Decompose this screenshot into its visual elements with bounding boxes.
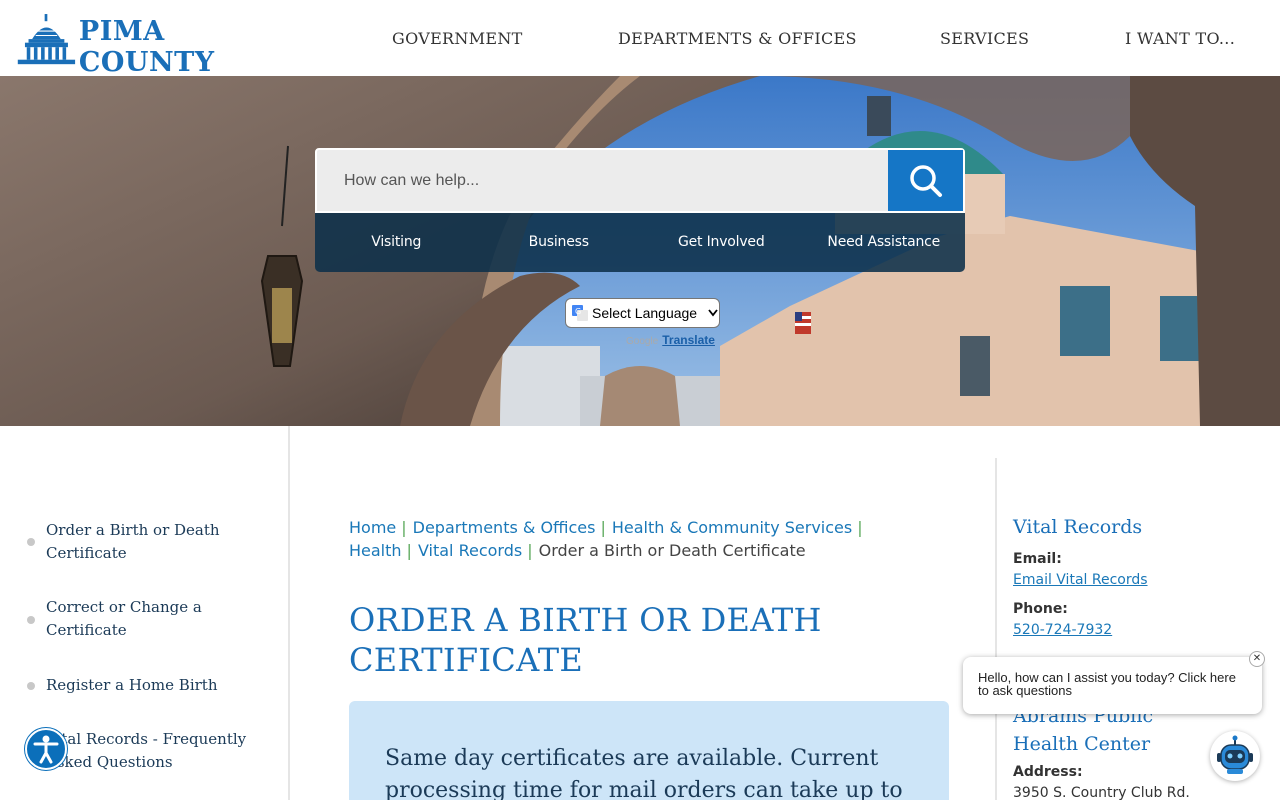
breadcrumb-health-community[interactable]: Health & Community Services — [612, 518, 852, 537]
chat-message: Hello, how can I assist you today? Click… — [978, 670, 1236, 698]
leftnav-register-home-birth[interactable]: Register a Home Birth — [46, 674, 276, 697]
breadcrumb-current: Order a Birth or Death Certificate — [538, 541, 806, 560]
site-search — [315, 148, 965, 213]
chat-prompt-bubble[interactable]: Hello, how can I assist you today? Click… — [963, 657, 1262, 714]
phone-label: Phone: — [1013, 601, 1068, 617]
address-line: 3950 S. Country Club Rd. — [1013, 785, 1190, 800]
quicklink-need-assistance[interactable]: Need Assistance — [803, 213, 966, 272]
sidebar-divider — [995, 458, 997, 800]
google-translate-icon: G — [572, 305, 588, 321]
breadcrumb-health[interactable]: Health — [349, 541, 402, 560]
translate-link[interactable]: Translate — [662, 333, 715, 347]
breadcrumb-vital-records[interactable]: Vital Records — [418, 541, 522, 560]
leftnav-order-certificate[interactable]: Order a Birth or Death Certificate — [46, 519, 276, 565]
courthouse-dome-icon — [17, 14, 76, 65]
search-input[interactable] — [317, 150, 889, 211]
nav-bullet — [27, 616, 35, 624]
email-label: Email: — [1013, 551, 1062, 567]
search-button[interactable] — [888, 150, 963, 211]
breadcrumb-departments[interactable]: Departments & Offices — [413, 518, 596, 537]
language-select-label: Select Language — [592, 305, 698, 321]
chevron-down-icon — [708, 309, 718, 317]
quicklink-visiting[interactable]: Visiting — [315, 213, 478, 272]
google-label: Google — [626, 336, 659, 347]
language-select[interactable]: G Select Language — [565, 298, 720, 328]
page-title: ORDER A BIRTH OR DEATH CERTIFICATE — [349, 601, 822, 679]
leftnav-vital-records-faq[interactable]: Vital Records - Frequently Asked Questio… — [46, 728, 276, 774]
flag-decoration — [795, 312, 811, 334]
search-icon — [909, 164, 942, 197]
address-label: Address: — [1013, 764, 1083, 780]
logo-wordmark: PIMA COUNTY — [78, 16, 215, 78]
notice-text: Same day certificates are available. Cur… — [385, 746, 903, 800]
nav-services[interactable]: SERVICES — [940, 0, 1029, 76]
nav-bullet — [27, 538, 35, 546]
pima-county-logo[interactable]: PIMA COUNTY — [16, 10, 286, 78]
quick-links-bar: Visiting Business Get Involved Need Assi… — [315, 213, 965, 272]
site-header: PIMA COUNTY GOVERNMENT DEPARTMENTS & OFF… — [0, 0, 1280, 78]
accessibility-button[interactable] — [25, 728, 67, 770]
chat-close-button[interactable]: ✕ — [1249, 651, 1265, 667]
breadcrumb-home[interactable]: Home — [349, 518, 396, 537]
nav-government[interactable]: GOVERNMENT — [392, 0, 523, 76]
quicklink-get-involved[interactable]: Get Involved — [640, 213, 803, 272]
nav-bullet — [27, 682, 35, 690]
accessibility-icon — [33, 735, 59, 764]
svg-text:G: G — [575, 307, 581, 316]
email-link[interactable]: Email Vital Records — [1013, 572, 1148, 588]
phone-link[interactable]: 520-724-7932 — [1013, 622, 1112, 638]
quicklink-business[interactable]: Business — [478, 213, 641, 272]
leftnav-correct-certificate[interactable]: Correct or Change a Certificate — [46, 596, 276, 642]
nav-i-want-to[interactable]: I WANT TO... — [1125, 0, 1235, 76]
breadcrumb: Home | Departments & Offices | Health & Comm… — [349, 518, 863, 560]
chatbot-launcher[interactable] — [1210, 731, 1260, 781]
powered-by-google: Google Translate — [626, 333, 715, 347]
notice-callout: Same day certificates are available. Cur… — [349, 701, 949, 800]
sidebar-title: Vital Records — [1013, 516, 1143, 538]
robot-icon — [1217, 735, 1253, 774]
nav-departments-offices[interactable]: DEPARTMENTS & OFFICES — [618, 0, 857, 76]
